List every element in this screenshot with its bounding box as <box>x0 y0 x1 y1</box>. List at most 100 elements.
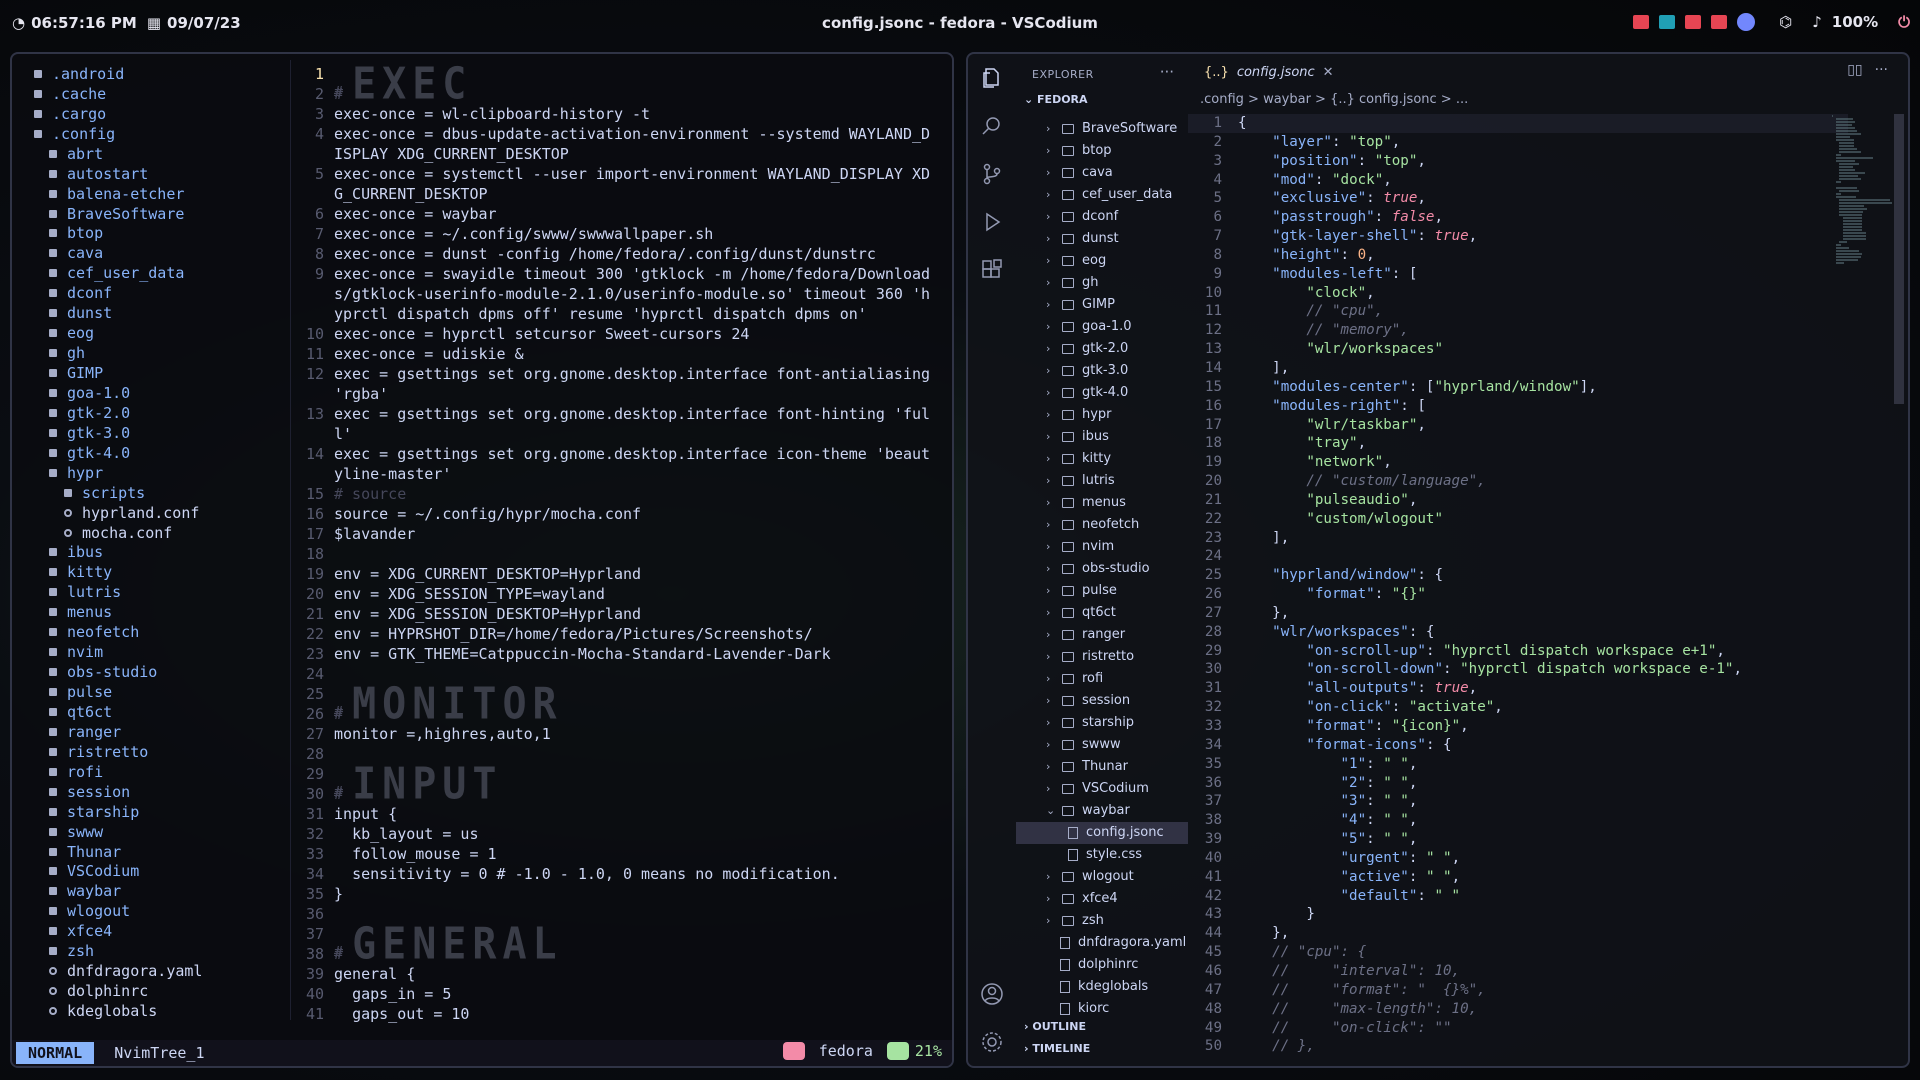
explorer-item[interactable]: style.css <box>1016 844 1188 866</box>
network-icon[interactable]: ⌬ <box>1779 13 1792 31</box>
more-actions-icon[interactable]: ··· <box>1875 62 1888 78</box>
code-line[interactable]: 48 // "max-length": 10, <box>1188 1000 1848 1019</box>
tree-item[interactable]: kdeglobals <box>12 1001 290 1021</box>
tree-item[interactable]: obs-studio <box>12 662 290 682</box>
close-icon[interactable]: ✕ <box>1323 65 1334 80</box>
code-line[interactable]: 49 // "on-click": "" <box>1188 1019 1848 1038</box>
tree-item[interactable]: rofi <box>12 762 290 782</box>
nvim-tree[interactable]: .android .cache .cargo .config abrt autostart… <box>12 64 290 1044</box>
code-line[interactable]: 34 sensitivity = 0 # -1.0 - 1.0, 0 means… <box>298 864 952 884</box>
tree-item[interactable]: dnfdragora.yaml <box>12 961 290 981</box>
code-line[interactable]: 22 "custom/wlogout" <box>1188 510 1848 529</box>
code-line[interactable]: 1{ <box>1188 114 1848 133</box>
code-line[interactable]: 7 exec-once = ~/.config/swww/swwwallpaper… <box>298 224 952 244</box>
code-line[interactable]: 29 # INPUT <box>298 762 952 806</box>
explorer-item[interactable]: › ristretto <box>1016 646 1188 668</box>
explorer-item[interactable]: › gtk-3.0 <box>1016 360 1188 382</box>
code-line[interactable]: 5 exec-once = systemctl --user import-env… <box>298 164 952 204</box>
explorer-item[interactable]: › ibus <box>1016 426 1188 448</box>
code-line[interactable]: 36 "2": " ", <box>1188 774 1848 793</box>
account-icon[interactable] <box>980 982 1004 1006</box>
code-line[interactable]: 11 exec-once = udiskie & <box>298 344 952 364</box>
code-line[interactable]: 47 // "format": " {}%", <box>1188 981 1848 1000</box>
tree-item[interactable]: Thunar <box>12 842 290 862</box>
taskbar-app-icon[interactable] <box>1685 15 1702 29</box>
explorer-item[interactable]: › goa-1.0 <box>1016 316 1188 338</box>
more-actions-icon[interactable]: ··· <box>1160 63 1174 81</box>
tree-item[interactable]: hypr <box>12 463 290 483</box>
tree-item[interactable]: scripts <box>12 483 290 503</box>
explorer-item[interactable]: › zsh <box>1016 910 1188 932</box>
code-line[interactable]: 37 "3": " ", <box>1188 792 1848 811</box>
explorer-item[interactable]: › dunst <box>1016 228 1188 250</box>
settings-gear-icon[interactable] <box>980 1030 1004 1054</box>
tree-item[interactable]: lutris <box>12 582 290 602</box>
code-line[interactable]: 11 // "cpu", <box>1188 302 1848 321</box>
tree-item[interactable]: .cache <box>12 84 290 104</box>
code-line[interactable]: 35 "1": " ", <box>1188 755 1848 774</box>
tree-item[interactable]: gh <box>12 343 290 363</box>
explorer-item[interactable]: kdeglobals <box>1016 976 1188 998</box>
code-line[interactable]: 37 # GENERAL <box>298 922 952 966</box>
code-line[interactable]: 30 "on-scroll-down": "hyprctl dispatch w… <box>1188 660 1848 679</box>
code-line[interactable]: 9 exec-once = swayidle timeout 300 'gtklo… <box>298 264 952 324</box>
tree-item[interactable]: abrt <box>12 144 290 164</box>
tree-item[interactable]: dolphinrc <box>12 981 290 1001</box>
code-line[interactable]: 9 "modules-left": [ <box>1188 265 1848 284</box>
terminal-window[interactable]: .android .cache .cargo .config abrt autostart… <box>10 52 954 1068</box>
tree-item[interactable]: cava <box>12 243 290 263</box>
explorer-item[interactable]: › ranger <box>1016 624 1188 646</box>
explorer-item[interactable]: › gh <box>1016 272 1188 294</box>
tree-item[interactable]: ristretto <box>12 742 290 762</box>
tree-item[interactable]: ranger <box>12 722 290 742</box>
explorer-item[interactable]: › dconf <box>1016 206 1188 228</box>
code-line[interactable]: 14 ], <box>1188 359 1848 378</box>
code-line[interactable]: 41 gaps_out = 10 <box>298 1004 952 1024</box>
taskbar-app-icon[interactable] <box>1633 15 1650 29</box>
code-line[interactable]: 40 "urgent": " ", <box>1188 849 1848 868</box>
explorer-item[interactable]: › hypr <box>1016 404 1188 426</box>
code-line[interactable]: 50 // }, <box>1188 1037 1848 1056</box>
source-control-icon[interactable] <box>980 162 1004 186</box>
tree-item[interactable]: autostart <box>12 164 290 184</box>
code-line[interactable]: 20 env = XDG_SESSION_TYPE=wayland <box>298 584 952 604</box>
code-line[interactable]: 34 "format-icons": { <box>1188 736 1848 755</box>
code-line[interactable]: 31 "all-outputs": true, <box>1188 679 1848 698</box>
tree-item[interactable]: swww <box>12 822 290 842</box>
tree-item[interactable]: starship <box>12 802 290 822</box>
code-line[interactable]: 10 exec-once = hyprctl setcursor Sweet-cu… <box>298 324 952 344</box>
tree-item[interactable]: dunst <box>12 303 290 323</box>
explorer-item[interactable]: dnfdragora.yaml <box>1016 932 1188 954</box>
code-line[interactable]: 28 "wlr/workspaces": { <box>1188 623 1848 642</box>
code-line[interactable]: 14 exec = gsettings set org.gnome.desktop… <box>298 444 952 484</box>
code-line[interactable]: 15 "modules-center": ["hyprland/window"]… <box>1188 378 1848 397</box>
tree-item[interactable]: BraveSoftware <box>12 204 290 224</box>
code-line[interactable]: 43 } <box>1188 905 1848 924</box>
tree-item[interactable]: xfce4 <box>12 921 290 941</box>
explorer-item[interactable]: › GIMP <box>1016 294 1188 316</box>
code-line[interactable]: 13 exec = gsettings set org.gnome.desktop… <box>298 404 952 444</box>
taskbar-app-icon[interactable] <box>1711 15 1728 29</box>
outline-section[interactable]: › OUTLINE <box>1024 1016 1090 1038</box>
extensions-icon[interactable] <box>980 258 1004 282</box>
code-line[interactable]: 7 "gtk-layer-shell": true, <box>1188 227 1848 246</box>
tree-item[interactable]: session <box>12 782 290 802</box>
tree-item[interactable]: mocha.conf <box>12 523 290 543</box>
explorer-item[interactable]: › gtk-4.0 <box>1016 382 1188 404</box>
tree-item[interactable]: neofetch <box>12 622 290 642</box>
code-line[interactable]: 16 "modules-right": [ <box>1188 397 1848 416</box>
tree-item[interactable]: menus <box>12 602 290 622</box>
code-line[interactable]: 4 "mod": "dock", <box>1188 171 1848 190</box>
code-line[interactable]: 6 "passtrough": false, <box>1188 208 1848 227</box>
explorer-item[interactable]: › starship <box>1016 712 1188 734</box>
code-line[interactable]: 18 <box>298 544 952 564</box>
explorer-item[interactable]: › cef_user_data <box>1016 184 1188 206</box>
code-line[interactable]: 32 kb_layout = us <box>298 824 952 844</box>
code-line[interactable]: 27 }, <box>1188 604 1848 623</box>
code-line[interactable]: 18 "tray", <box>1188 434 1848 453</box>
code-line[interactable]: 4 exec-once = dbus-update-activation-envi… <box>298 124 952 164</box>
code-line[interactable]: 8 exec-once = dunst -config /home/fedora/… <box>298 244 952 264</box>
code-line[interactable]: 42 "default": " " <box>1188 887 1848 906</box>
minimap[interactable] <box>1832 114 1893 344</box>
code-line[interactable]: 16 source = ~/.config/hypr/mocha.conf <box>298 504 952 524</box>
